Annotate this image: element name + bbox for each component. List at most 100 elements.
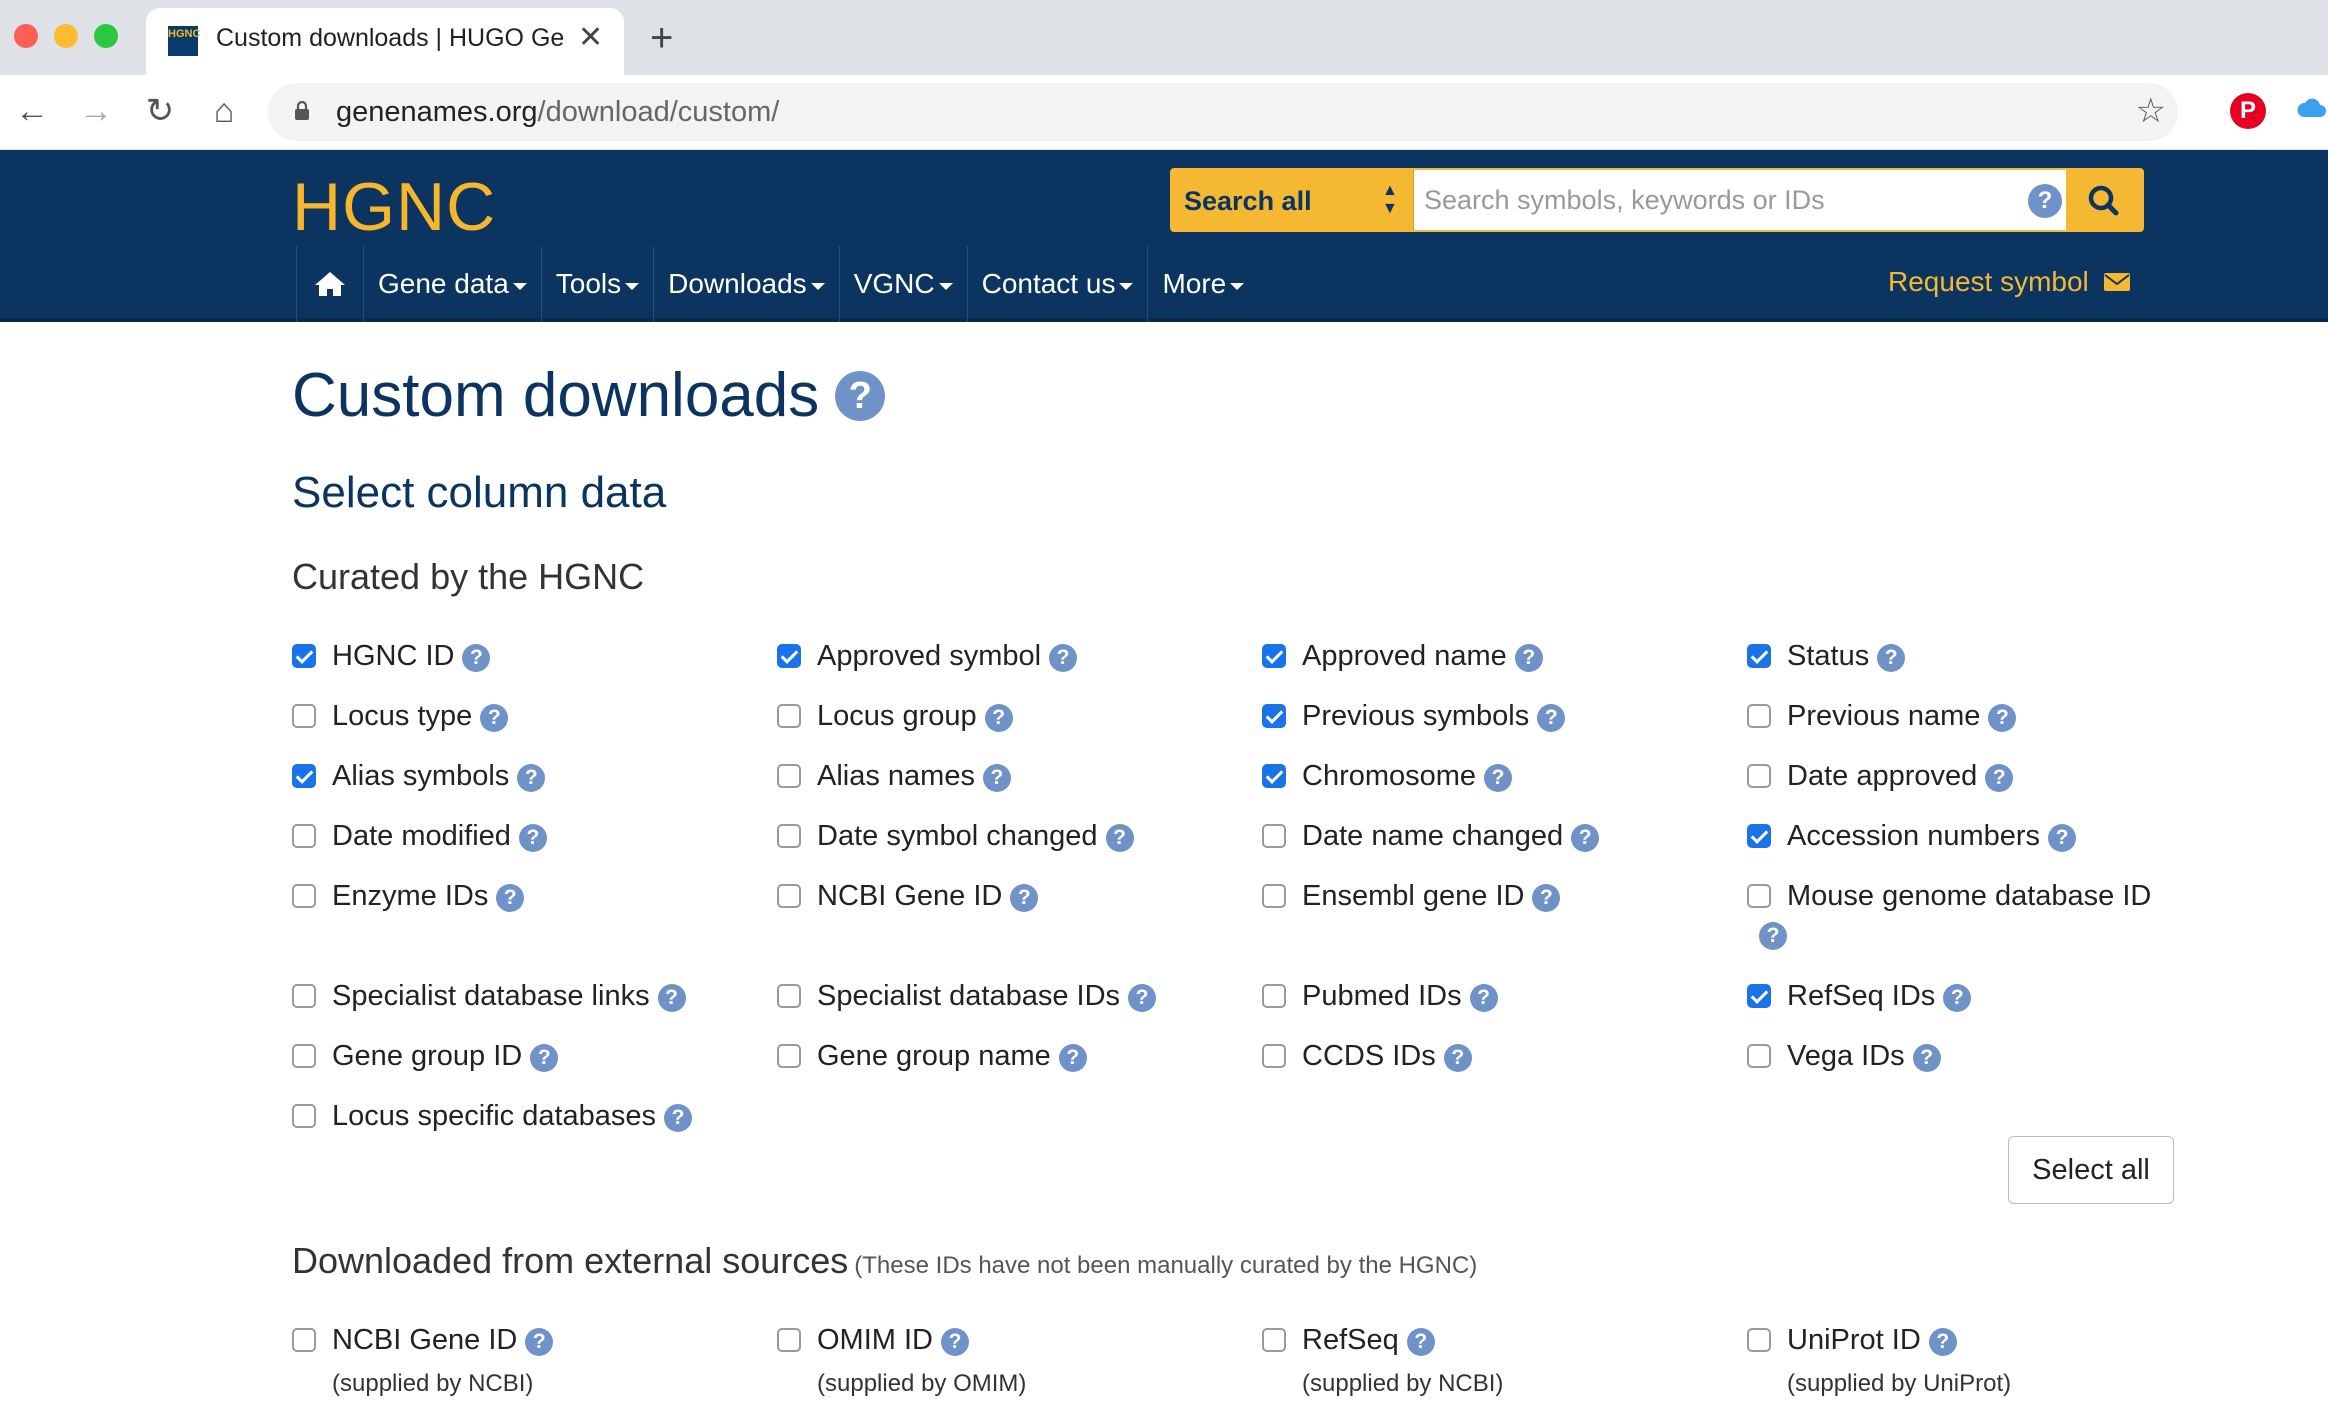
help-icon[interactable]: ? (517, 764, 546, 792)
checkbox[interactable] (1262, 764, 1286, 788)
checkbox[interactable] (1262, 884, 1286, 908)
nav-gene-data[interactable]: Gene data (363, 246, 541, 322)
pinterest-extension-icon[interactable]: P (2230, 93, 2266, 129)
option-label[interactable]: Alias names? (817, 760, 1011, 793)
help-icon[interactable]: ? (530, 1044, 559, 1072)
option-label[interactable]: Alias symbols? (332, 760, 546, 793)
cloud-extension-icon[interactable] (2296, 97, 2326, 121)
nav-downloads[interactable]: Downloads (653, 246, 839, 322)
option-label[interactable]: NCBI Gene ID? (332, 1324, 554, 1357)
tab-close-icon[interactable]: ✕ (578, 20, 603, 55)
help-icon[interactable]: ? (1988, 704, 2017, 732)
help-icon[interactable]: ? (1943, 984, 1972, 1012)
option-label[interactable]: Date approved? (1787, 760, 2014, 793)
checkbox[interactable] (1262, 1044, 1286, 1068)
option-label[interactable]: Vega IDs? (1787, 1040, 1941, 1073)
checkbox[interactable] (1262, 824, 1286, 848)
help-icon[interactable]: ? (664, 1104, 693, 1132)
forward-arrow-icon[interactable]: → (76, 91, 116, 131)
nav-vgnc[interactable]: VGNC (838, 246, 967, 322)
checkbox[interactable] (1262, 704, 1286, 728)
help-icon[interactable]: ? (1058, 1044, 1087, 1072)
checkbox[interactable] (1262, 644, 1286, 668)
browser-tab[interactable]: HGNC Custom downloads | HUGO Gene Nomenc… (146, 8, 624, 75)
help-icon[interactable]: ? (1532, 884, 1561, 912)
checkbox[interactable] (292, 884, 316, 908)
checkbox[interactable] (292, 984, 316, 1008)
option-label[interactable]: Ensembl gene ID? (1302, 880, 1561, 913)
help-icon[interactable]: ? (1484, 764, 1513, 792)
checkbox[interactable] (777, 644, 801, 668)
window-close-button[interactable] (14, 24, 38, 48)
nav-tools[interactable]: Tools (540, 246, 653, 322)
option-label[interactable]: UniProt ID? (1787, 1324, 1957, 1357)
checkbox[interactable] (1747, 1328, 1771, 1352)
checkbox[interactable] (292, 1044, 316, 1068)
option-label[interactable]: Date name changed? (1302, 820, 1600, 853)
help-icon[interactable]: ? (462, 644, 491, 672)
bookmark-star-icon[interactable]: ☆ (2136, 91, 2166, 131)
help-icon[interactable]: ? (835, 370, 886, 421)
checkbox[interactable] (292, 1104, 316, 1128)
reload-icon[interactable]: ↻ (140, 91, 180, 131)
help-icon[interactable]: ? (941, 1328, 969, 1356)
checkbox[interactable] (1747, 644, 1771, 668)
checkbox[interactable] (1747, 984, 1771, 1008)
hgnc-logo[interactable]: HGNC (292, 168, 496, 246)
option-label[interactable]: Status? (1787, 640, 1906, 673)
option-label[interactable]: Specialist database IDs? (817, 980, 1157, 1013)
help-icon[interactable]: ? (657, 984, 686, 1012)
help-icon[interactable]: ? (1514, 644, 1543, 672)
window-zoom-button[interactable] (94, 24, 118, 48)
help-icon[interactable]: ? (1128, 984, 1157, 1012)
option-label[interactable]: Approved symbol? (817, 640, 1078, 673)
option-label[interactable]: Locus group? (817, 700, 1013, 733)
help-icon[interactable]: ? (1571, 824, 1600, 852)
option-label[interactable]: Specialist database links? (332, 980, 686, 1013)
checkbox[interactable] (777, 984, 801, 1008)
option-label[interactable]: Date modified? (332, 820, 547, 853)
back-arrow-icon[interactable]: ← (12, 91, 52, 131)
checkbox[interactable] (1262, 1328, 1286, 1352)
nav-more[interactable]: More (1147, 246, 1258, 322)
option-label[interactable]: Gene group ID? (332, 1040, 559, 1073)
window-minimize-button[interactable] (54, 24, 78, 48)
option-label[interactable]: Previous name? (1787, 700, 2017, 733)
help-icon[interactable]: ? (1469, 984, 1498, 1012)
help-icon[interactable]: ? (1985, 764, 2014, 792)
help-icon[interactable]: ? (1049, 644, 1078, 672)
help-icon[interactable]: ? (2048, 824, 2077, 852)
checkbox[interactable] (292, 764, 316, 788)
request-symbol-link[interactable]: Request symbol (1888, 266, 2131, 298)
option-label[interactable]: Chromosome? (1302, 760, 1513, 793)
help-icon[interactable]: ? (982, 764, 1011, 792)
option-label[interactable]: Approved name? (1302, 640, 1543, 673)
checkbox[interactable] (1747, 824, 1771, 848)
option-label[interactable]: Mouse genome database ID (1787, 880, 2151, 913)
checkbox[interactable] (777, 824, 801, 848)
search-input[interactable] (1424, 170, 2044, 230)
checkbox[interactable] (777, 764, 801, 788)
option-label[interactable]: Date symbol changed? (817, 820, 1134, 853)
help-icon[interactable]: ? (496, 884, 525, 912)
search-scope-select[interactable]: Search all ▲ ▼ (1172, 170, 1414, 230)
option-label[interactable]: HGNC ID? (332, 640, 491, 673)
help-icon[interactable]: ? (1928, 1328, 1957, 1356)
help-icon[interactable]: ? (1912, 1044, 1941, 1072)
checkbox[interactable] (1262, 984, 1286, 1008)
new-tab-icon[interactable]: + (650, 18, 673, 58)
checkbox[interactable] (1747, 704, 1771, 728)
option-label[interactable]: CCDS IDs? (1302, 1040, 1472, 1073)
checkbox[interactable] (1747, 764, 1771, 788)
option-label[interactable]: Pubmed IDs? (1302, 980, 1498, 1013)
help-icon[interactable]: ? (1406, 1328, 1435, 1356)
nav-home[interactable] (296, 246, 363, 322)
select-all-button[interactable]: Select all (2008, 1136, 2174, 1204)
checkbox[interactable] (292, 824, 316, 848)
help-icon[interactable]: ? (1877, 644, 1906, 672)
option-label[interactable]: NCBI Gene ID? (817, 880, 1039, 913)
checkbox[interactable] (1747, 884, 1771, 908)
help-icon[interactable]: ? (525, 1328, 554, 1356)
checkbox[interactable] (292, 1328, 316, 1352)
option-label[interactable]: RefSeq IDs? (1787, 980, 1972, 1013)
